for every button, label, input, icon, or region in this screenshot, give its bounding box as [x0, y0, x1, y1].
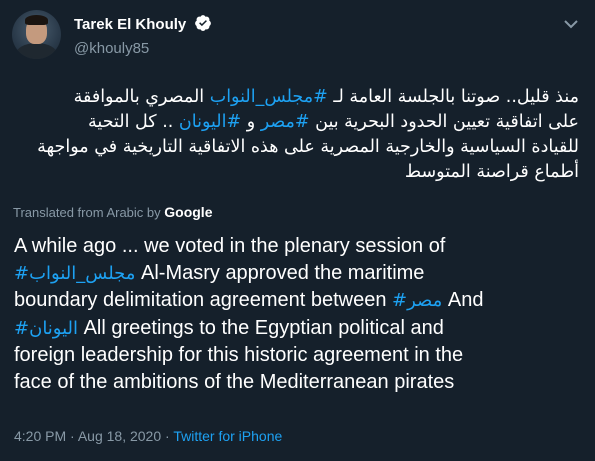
text-line: #اليونان All greetings to the Egyptian p…: [14, 315, 584, 343]
hashtag-link[interactable]: #مجلس_النواب: [210, 87, 328, 107]
translation-attribution: Translated from Arabic by Google: [13, 204, 213, 220]
text-segment: منذ قليل.. صوتنا بالجلسة العامة لـ: [327, 87, 579, 107]
tweet-text-arabic: منذ قليل.. صوتنا بالجلسة العامة لـ #مجلس…: [12, 85, 579, 185]
hashtag-link[interactable]: #مصر: [392, 290, 442, 311]
hashtag-link[interactable]: #مصر: [261, 112, 310, 132]
google-logo[interactable]: Google: [164, 204, 212, 220]
text-line: face of the ambitions of the Mediterrane…: [14, 369, 584, 396]
text-segment: للقيادة السياسية والخارجية المصرية على ه…: [37, 137, 579, 157]
text-line: على اتفاقية تعيين الحدود البحرية بين #مص…: [12, 110, 579, 135]
text-segment: Al-Masry approved the maritime: [135, 261, 425, 284]
text-line: للقيادة السياسية والخارجية المصرية على ه…: [12, 135, 579, 160]
tweet-time[interactable]: 4:20 PM: [14, 428, 66, 444]
text-line: #مجلس_النواب Al-Masry approved the marit…: [14, 260, 584, 288]
tweet-date[interactable]: Aug 18, 2020: [78, 428, 161, 444]
text-segment: boundary delimitation agreement between: [14, 289, 393, 311]
chevron-down-icon[interactable]: [559, 12, 583, 36]
text-segment: A while ago ... we voted in the plenary …: [14, 235, 446, 257]
author-block[interactable]: Tarek El Khouly @khouly85: [74, 14, 212, 59]
text-line: boundary delimitation agreement between …: [14, 287, 584, 315]
text-segment: المصري بالموافقة: [73, 87, 210, 107]
verified-badge-icon: [194, 14, 212, 36]
meta-separator: ·: [165, 428, 170, 444]
text-segment: face of the ambitions of the Mediterrane…: [14, 370, 455, 393]
text-segment: foreign leadership for this historic agr…: [14, 344, 464, 366]
translated-label: Translated from Arabic by: [13, 205, 161, 220]
avatar[interactable]: [12, 10, 61, 59]
hashtag-link[interactable]: #اليونان: [179, 112, 241, 132]
tweet-metadata: 4:20 PM · Aug 18, 2020 · Twitter for iPh…: [14, 428, 282, 444]
text-line: A while ago ... we voted in the plenary …: [14, 233, 584, 260]
tweet-header: Tarek El Khouly @khouly85: [12, 6, 583, 59]
author-handle[interactable]: @khouly85: [74, 39, 212, 59]
text-segment: على اتفاقية تعيين الحدود البحرية بين: [309, 112, 579, 132]
text-line: أطماع قراصنة المتوسط: [12, 160, 579, 185]
hashtag-link[interactable]: #مجلس_النواب: [14, 263, 135, 284]
text-segment: أطماع قراصنة المتوسط: [404, 162, 579, 182]
meta-separator: ·: [70, 428, 75, 444]
tweet-text-translation: A while ago ... we voted in the plenary …: [14, 233, 584, 395]
text-segment: All greetings to the Egyptian political …: [78, 316, 444, 339]
text-line: foreign leadership for this historic agr…: [14, 342, 584, 369]
tweet-card: Tarek El Khouly @khouly85 منذ قليل.. صوت…: [0, 0, 595, 461]
tweet-source[interactable]: Twitter for iPhone: [173, 428, 282, 444]
text-line: منذ قليل.. صوتنا بالجلسة العامة لـ #مجلس…: [12, 85, 579, 110]
hashtag-link[interactable]: #اليونان: [14, 318, 78, 339]
text-segment: .. كل التحية: [88, 112, 179, 132]
text-segment: و: [241, 112, 261, 132]
author-display-name[interactable]: Tarek El Khouly: [74, 16, 186, 33]
text-segment: And: [442, 289, 484, 311]
